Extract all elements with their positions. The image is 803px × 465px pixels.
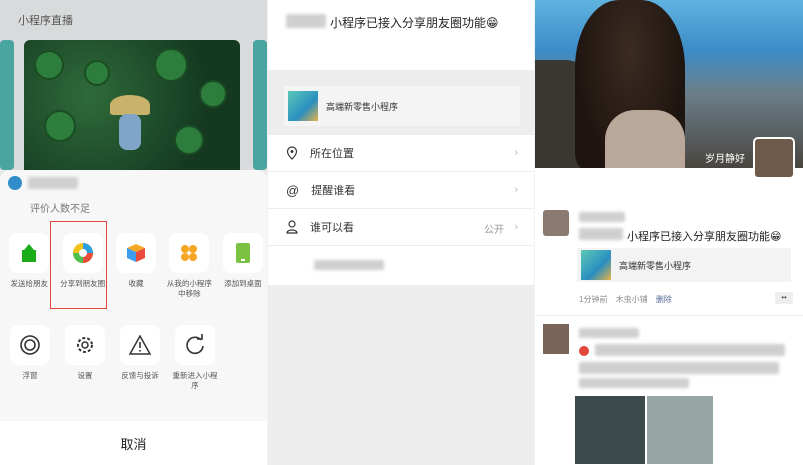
post-text: 小程序已接入分享朋友圈功能😁	[627, 231, 782, 243]
row-label: 谁可以看	[310, 222, 354, 234]
location-row[interactable]: 所在位置 ›	[268, 135, 534, 172]
add-to-desktop-icon	[222, 233, 263, 273]
post-text-input[interactable]: 小程序已接入分享朋友圈功能😁	[330, 14, 499, 31]
poster-avatar[interactable]	[543, 324, 569, 354]
rating-text: 评价人数不足	[30, 204, 90, 215]
miniprogram-card[interactable]: 高端新零售小程序	[284, 86, 520, 126]
who-can-see-row[interactable]: 谁可以看 公开 ›	[268, 209, 534, 246]
app-logo-icon	[8, 176, 22, 190]
action-label: 浮窗	[22, 371, 38, 380]
action-label: 添加到桌面	[224, 279, 262, 288]
post-source[interactable]: 木虫小铺	[616, 295, 648, 304]
more-actions-button[interactable]: ••	[775, 292, 793, 304]
blurred-text	[286, 14, 326, 28]
highlight-box	[50, 221, 107, 309]
share-to-friend-icon	[9, 233, 50, 273]
action-label: 发送给朋友	[10, 279, 48, 288]
post-image[interactable]	[647, 396, 713, 464]
remove-from-my-miniprograms-button[interactable]: 从我的小程序中移除	[165, 233, 213, 299]
remind-who-row[interactable]: @ 提醒谁看 ›	[268, 172, 534, 209]
post-meta: 1分钟前 木虫小铺 删除	[579, 294, 672, 305]
share-sheet-panel: 小程序直播 评价人数不足 发送给朋友 分享到朋友圈 收藏 从我的小程序中移除 添…	[0, 0, 267, 465]
post-options-list: 所在位置 › @ 提醒谁看 › 谁可以看 公开 ›	[268, 135, 534, 285]
add-to-desktop-button[interactable]: 添加到桌面	[219, 233, 267, 299]
reload-icon	[175, 325, 215, 365]
moment-miniprogram-card[interactable]: 高端新零售小程序	[577, 248, 791, 282]
user-avatar[interactable]	[753, 137, 795, 179]
row-label: 提醒谁看	[311, 185, 356, 197]
moment-post-blurred	[535, 318, 803, 465]
favorite-button[interactable]: 收藏	[112, 233, 160, 299]
location-pin-icon	[286, 146, 298, 160]
chevron-right-icon: ›	[514, 184, 518, 196]
compose-header: 小程序已接入分享朋友圈功能😁	[268, 0, 534, 70]
visibility-value: 公开	[484, 225, 504, 236]
miniprogram-thumbnail	[288, 91, 318, 121]
action-row-1: 发送给朋友 分享到朋友圈 收藏 从我的小程序中移除 添加到桌面	[0, 233, 267, 299]
float-window-icon	[10, 325, 50, 365]
side-thumbnail-left	[0, 40, 14, 170]
live-cover-artwork[interactable]	[24, 40, 240, 180]
section-title: 小程序直播	[18, 15, 73, 27]
blurred-row	[268, 246, 534, 283]
poster-avatar[interactable]	[543, 210, 569, 236]
action-label: 收藏	[128, 279, 144, 288]
moments-feed-panel: 岁月静好 小程序已接入分享朋友圈功能😁 高端新零售小程序 1分钟前 木虫小铺 删…	[535, 0, 803, 465]
cancel-button[interactable]: 取消	[0, 421, 267, 465]
favorite-cube-icon	[116, 233, 157, 273]
app-info	[8, 176, 78, 190]
feedback-button[interactable]: 反馈与投诉	[115, 325, 165, 391]
post-image[interactable]	[575, 396, 645, 464]
divider	[535, 315, 803, 316]
chevron-right-icon: ›	[514, 221, 518, 233]
float-window-button[interactable]: 浮窗	[5, 325, 55, 391]
cover-user-name: 岁月静好	[705, 154, 745, 165]
row-label: 所在位置	[310, 148, 354, 160]
chevron-right-icon: ›	[514, 147, 518, 159]
feedback-warning-icon	[120, 325, 160, 365]
compose-moment-panel: 小程序已接入分享朋友圈功能😁 高端新零售小程序 所在位置 › @ 提醒谁看 › …	[268, 0, 534, 465]
action-label: 从我的小程序中移除	[166, 279, 212, 298]
person-icon	[286, 220, 298, 234]
action-label: 设置	[77, 371, 93, 380]
delete-link[interactable]: 删除	[656, 295, 672, 304]
action-row-2: 浮窗 设置 反馈与投诉 重新进入小程序	[0, 325, 267, 391]
action-label: 反馈与投诉	[121, 371, 159, 380]
remove-miniprogram-icon	[169, 233, 210, 273]
poster-name-blurred	[579, 212, 625, 222]
settings-button[interactable]: 设置	[60, 325, 110, 391]
post-time: 1分钟前	[579, 295, 608, 304]
action-label: 重新进入小程序	[172, 371, 218, 390]
miniprogram-card-title: 高端新零售小程序	[619, 260, 692, 271]
settings-gear-icon	[65, 325, 105, 365]
miniprogram-card-title: 高端新零售小程序	[326, 101, 399, 112]
miniprogram-thumbnail	[581, 250, 611, 280]
app-name-blurred	[28, 177, 78, 189]
at-sign-icon: @	[286, 182, 300, 198]
miniprogram-live-background: 小程序直播	[0, 0, 267, 180]
reenter-miniprogram-button[interactable]: 重新进入小程序	[170, 325, 220, 391]
side-thumbnail-right	[253, 40, 267, 170]
action-sheet: 评价人数不足 发送给朋友 分享到朋友圈 收藏 从我的小程序中移除 添加到桌面 浮…	[0, 170, 267, 465]
share-to-friend-button[interactable]: 发送给朋友	[5, 233, 53, 299]
